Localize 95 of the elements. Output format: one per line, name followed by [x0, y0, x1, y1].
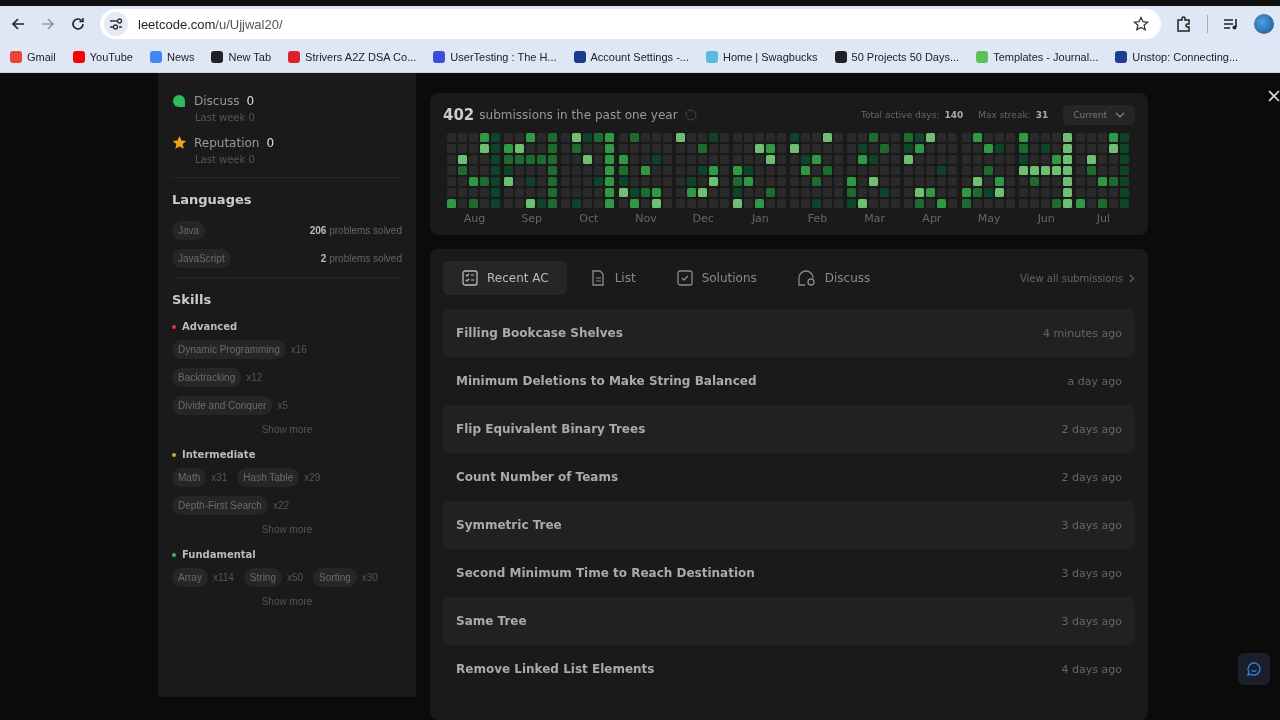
- month-label: Jul: [1096, 212, 1111, 225]
- stat-sub-value: 0: [248, 154, 255, 165]
- checklist-icon: [461, 269, 479, 287]
- media-control-icon[interactable]: [1222, 16, 1240, 32]
- active-days-value: 140: [944, 110, 964, 120]
- submission-row[interactable]: Same Tree 3 days ago: [443, 597, 1135, 645]
- problem-title: Remove Linked List Elements: [456, 662, 655, 676]
- bookmark-item[interactable]: Templates - Journal...: [976, 51, 1099, 63]
- skill-count: x114: [212, 572, 234, 583]
- section-heading: Languages: [172, 192, 253, 207]
- month-label: Oct: [579, 212, 599, 225]
- submission-time: 3 days ago: [1061, 518, 1122, 532]
- month-label: Mar: [864, 212, 886, 225]
- problem-title: Second Minimum Time to Reach Destination: [456, 566, 755, 580]
- submission-count: 402: [443, 106, 475, 124]
- profile-avatar[interactable]: [1254, 14, 1274, 34]
- submission-time: 2 days ago: [1061, 470, 1122, 484]
- submission-time: 3 days ago: [1061, 566, 1122, 580]
- bookmark-item[interactable]: Account Settings -...: [573, 51, 689, 63]
- month-label: Apr: [922, 212, 942, 225]
- submission-row[interactable]: Filling Bookcase Shelves 4 minutes ago: [443, 309, 1135, 357]
- tab[interactable]: Recent AC: [443, 261, 567, 295]
- tab[interactable]: Discuss: [778, 261, 889, 295]
- month-label: Sep: [521, 212, 543, 225]
- max-streak-label: Max streak:: [978, 110, 1031, 120]
- submission-time: 4 minutes ago: [1043, 326, 1122, 340]
- month-label: Nov: [635, 212, 657, 225]
- stat-value: 0: [246, 93, 255, 108]
- checkbox-icon: [675, 269, 694, 287]
- bookmark-item[interactable]: Strivers A2Z DSA Co...: [288, 51, 417, 63]
- bookmark-star-icon[interactable]: [1133, 16, 1149, 32]
- submission-time: a day ago: [1067, 374, 1122, 388]
- max-streak-value: 31: [1035, 110, 1049, 120]
- tab[interactable]: Solutions: [657, 261, 775, 295]
- skill-count: x50: [287, 572, 304, 583]
- bookmark-item[interactable]: Gmail: [10, 51, 56, 63]
- skill-count: x22: [272, 500, 290, 511]
- extensions-icon[interactable]: [1175, 15, 1193, 33]
- bookmark-item[interactable]: New Tab: [211, 51, 272, 63]
- submission-time: 3 days ago: [1061, 614, 1122, 628]
- month-label: May: [977, 212, 1001, 225]
- problem-title: Filling Bookcase Shelves: [456, 326, 623, 340]
- month-label: Feb: [807, 212, 828, 225]
- month-label: Jun: [1037, 212, 1055, 225]
- problem-title: Flip Equivalent Binary Trees: [456, 422, 646, 436]
- url-text: leetcode.com/u/Ujjwal20/: [138, 16, 284, 32]
- submission-row[interactable]: Remove Linked List Elements 4 days ago: [443, 645, 1135, 693]
- submission-row[interactable]: Second Minimum Time to Reach Destination 3 days ago: [443, 549, 1135, 597]
- month-label: Dec: [692, 212, 714, 225]
- skill-count: x16: [290, 344, 307, 355]
- stat-subtitle: Last week: [195, 112, 246, 123]
- section-heading: Skills: [172, 292, 213, 307]
- submission-time: 2 days ago: [1061, 422, 1122, 436]
- month-label: Aug: [463, 212, 486, 225]
- month-label: Jan: [751, 212, 769, 225]
- skill-level-label: Intermediate: [182, 449, 256, 460]
- solved-count: 206 problems solved: [309, 225, 402, 236]
- tab[interactable]: List: [570, 261, 654, 295]
- site-settings-icon[interactable]: [104, 12, 128, 36]
- feedback-chat-icon[interactable]: [1238, 653, 1270, 685]
- problem-title: Minimum Deletions to Make String Balanced: [456, 374, 757, 388]
- stat-value: 0: [266, 135, 275, 150]
- bookmark-item[interactable]: 50 Projects 50 Days...: [834, 51, 960, 63]
- period-dropdown[interactable]: Current: [1063, 105, 1135, 125]
- back-icon[interactable]: [10, 16, 26, 32]
- submission-time: 4 days ago: [1061, 662, 1122, 676]
- active-days-label: Total active days:: [861, 110, 940, 120]
- submission-row[interactable]: Symmetric Tree 3 days ago: [443, 501, 1135, 549]
- bookmark-item[interactable]: Home | Swagbucks: [705, 51, 818, 63]
- submission-row[interactable]: Minimum Deletions to Make String Balanced a day ago: [443, 357, 1135, 405]
- skill-count: x30: [361, 572, 378, 583]
- stat-label: Discuss: [194, 93, 240, 108]
- submission-row[interactable]: Count Number of Teams 2 days ago: [443, 453, 1135, 501]
- close-icon[interactable]: [1268, 87, 1280, 99]
- address-bar[interactable]: leetcode.com/u/Ujjwal20/: [100, 9, 1161, 39]
- stat-sub-value: 0: [248, 112, 255, 123]
- problem-title: Symmetric Tree: [456, 518, 562, 532]
- problem-title: Same Tree: [456, 614, 527, 628]
- bookmark-item[interactable]: News: [149, 51, 195, 63]
- skill-level-label: Fundamental: [182, 549, 256, 560]
- submission-row[interactable]: Flip Equivalent Binary Trees 2 days ago: [443, 405, 1135, 453]
- stat-subtitle: Last week: [195, 154, 246, 165]
- problem-title: Count Number of Teams: [456, 470, 619, 484]
- chevron-down-icon: [1115, 112, 1125, 118]
- chat-bubble-icon: [796, 269, 817, 287]
- bookmark-item[interactable]: Unstop: Connecting...: [1115, 51, 1239, 63]
- bookmark-item[interactable]: YouTube: [72, 51, 133, 63]
- chevron-right-icon: [1129, 273, 1135, 283]
- submission-caption: submissions in the past one year: [479, 108, 678, 122]
- skill-count: x31: [211, 472, 228, 483]
- skill-level-label: Advanced: [182, 321, 238, 332]
- bookmark-item[interactable]: UserTesting : The H...: [433, 51, 557, 63]
- stat-label: Reputation: [194, 135, 260, 150]
- reload-icon[interactable]: [70, 16, 86, 32]
- solved-count: 2 problems solved: [320, 253, 402, 264]
